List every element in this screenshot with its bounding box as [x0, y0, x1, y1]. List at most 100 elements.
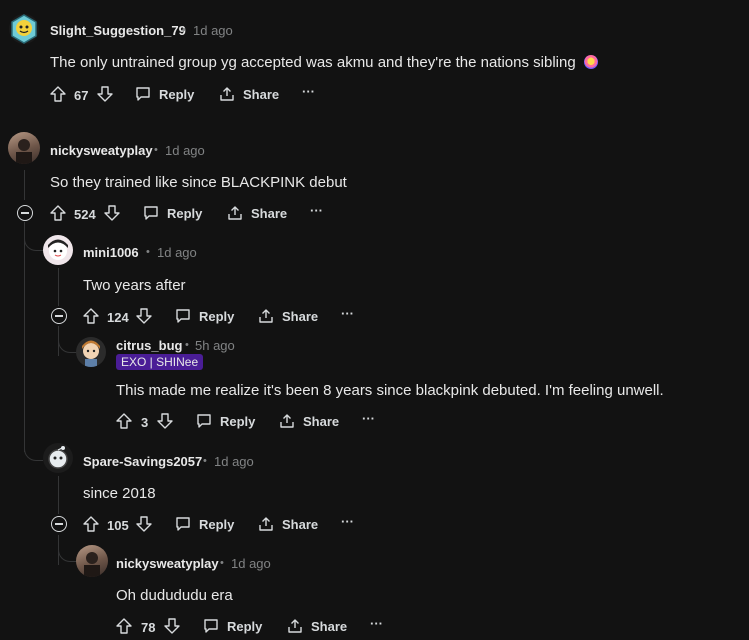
avatar[interactable]: [43, 443, 73, 473]
comment-icon: [144, 206, 158, 220]
timestamp[interactable]: 1d ago: [193, 23, 233, 38]
comment-text: This made me realize it's been 8 years s…: [116, 382, 664, 399]
thread-elbow: [24, 430, 43, 461]
timestamp[interactable]: 5h ago: [195, 338, 235, 353]
upvote-button[interactable]: [50, 86, 66, 102]
reply-button[interactable]: Reply: [135, 86, 194, 102]
share-button[interactable]: Share: [219, 86, 279, 102]
comment-icon: [197, 414, 211, 428]
timestamp[interactable]: 1d ago: [165, 143, 205, 158]
share-icon: [259, 517, 273, 531]
collapse-thread-button[interactable]: [51, 308, 67, 324]
downvote-icon: [97, 86, 113, 102]
vote-count: 78: [141, 620, 156, 635]
reply-button[interactable]: Reply: [175, 308, 234, 324]
upvote-icon: [50, 86, 66, 102]
downvote-icon: [136, 516, 152, 532]
avatar[interactable]: [9, 14, 39, 44]
more-options-button[interactable]: ···: [302, 84, 315, 99]
separator-dot: •: [146, 246, 150, 258]
vote-count: 105: [107, 518, 129, 533]
timestamp[interactable]: 1d ago: [231, 556, 271, 571]
reply-label: Reply: [167, 205, 203, 221]
username[interactable]: Spare-Savings2057: [83, 454, 202, 469]
downvote-button[interactable]: [97, 86, 113, 102]
comment-icon: [204, 619, 218, 633]
share-button[interactable]: Share: [227, 205, 287, 221]
upvote-button[interactable]: [83, 308, 99, 324]
share-button[interactable]: Share: [279, 413, 339, 429]
collapse-thread-button[interactable]: [17, 205, 33, 221]
timestamp[interactable]: 1d ago: [214, 454, 254, 469]
upvote-button[interactable]: [50, 205, 66, 221]
upvote-icon: [50, 205, 66, 221]
username[interactable]: citrus_bug: [116, 338, 182, 353]
share-button[interactable]: Share: [258, 308, 318, 324]
share-icon: [259, 309, 273, 323]
timestamp[interactable]: 1d ago: [157, 245, 197, 260]
more-options-button[interactable]: ···: [341, 306, 354, 321]
reply-label: Reply: [159, 86, 195, 102]
avatar[interactable]: [76, 545, 108, 577]
minus-icon: [55, 523, 63, 525]
reply-label: Reply: [199, 308, 235, 324]
reply-label: Reply: [220, 413, 256, 429]
downvote-icon: [104, 205, 120, 221]
rainbow-face-emoji-icon: [583, 55, 598, 69]
share-button[interactable]: Share: [287, 618, 347, 634]
reply-label: Reply: [227, 618, 263, 634]
username[interactable]: nickysweatyplay: [50, 143, 153, 158]
downvote-button[interactable]: [157, 413, 173, 429]
downvote-icon: [164, 618, 180, 634]
vote-count: 67: [74, 88, 89, 103]
reply-button[interactable]: Reply: [143, 205, 202, 221]
upvote-button[interactable]: [116, 618, 132, 634]
reply-button[interactable]: Reply: [196, 413, 255, 429]
collapse-thread-button[interactable]: [51, 516, 67, 532]
username[interactable]: Slight_Suggestion_79: [50, 23, 186, 38]
upvote-icon: [116, 618, 132, 634]
share-label: Share: [303, 413, 340, 429]
more-icon: ···: [302, 84, 315, 99]
more-options-button[interactable]: ···: [341, 514, 354, 529]
share-icon: [280, 414, 294, 428]
user-flair: EXO | SHINee: [116, 354, 204, 370]
avatar[interactable]: [8, 132, 40, 164]
share-label: Share: [282, 308, 319, 324]
reply-button[interactable]: Reply: [175, 516, 234, 532]
share-label: Share: [282, 516, 319, 532]
comment-text: Two years after: [83, 277, 186, 294]
more-icon: ···: [362, 411, 375, 426]
upvote-button[interactable]: [83, 516, 99, 532]
comment-text: The only untrained group yg accepted was…: [50, 54, 598, 71]
share-label: Share: [243, 86, 280, 102]
vote-count: 524: [74, 207, 96, 222]
comment-icon: [136, 87, 150, 101]
avatar[interactable]: [43, 235, 73, 265]
downvote-button[interactable]: [164, 618, 180, 634]
reply-button[interactable]: Reply: [203, 618, 262, 634]
share-icon: [288, 619, 302, 633]
more-options-button[interactable]: ···: [310, 203, 323, 218]
comment-text: since 2018: [83, 485, 156, 502]
thread-elbow: [24, 222, 43, 251]
upvote-icon: [116, 413, 132, 429]
upvote-button[interactable]: [116, 413, 132, 429]
username[interactable]: mini1006: [83, 245, 139, 260]
reply-label: Reply: [199, 516, 235, 532]
downvote-button[interactable]: [104, 205, 120, 221]
more-icon: ···: [341, 306, 354, 321]
more-icon: ···: [310, 203, 323, 218]
vote-count: 124: [107, 310, 129, 325]
downvote-button[interactable]: [136, 516, 152, 532]
more-options-button[interactable]: ···: [370, 616, 383, 631]
separator-dot: •: [182, 24, 186, 36]
more-options-button[interactable]: ···: [362, 411, 375, 426]
share-button[interactable]: Share: [258, 516, 318, 532]
downvote-button[interactable]: [136, 308, 152, 324]
username[interactable]: nickysweatyplay: [116, 556, 219, 571]
more-icon: ···: [370, 616, 383, 631]
separator-dot: •: [220, 557, 224, 569]
avatar[interactable]: [76, 337, 106, 367]
thread-elbow: [58, 326, 77, 353]
